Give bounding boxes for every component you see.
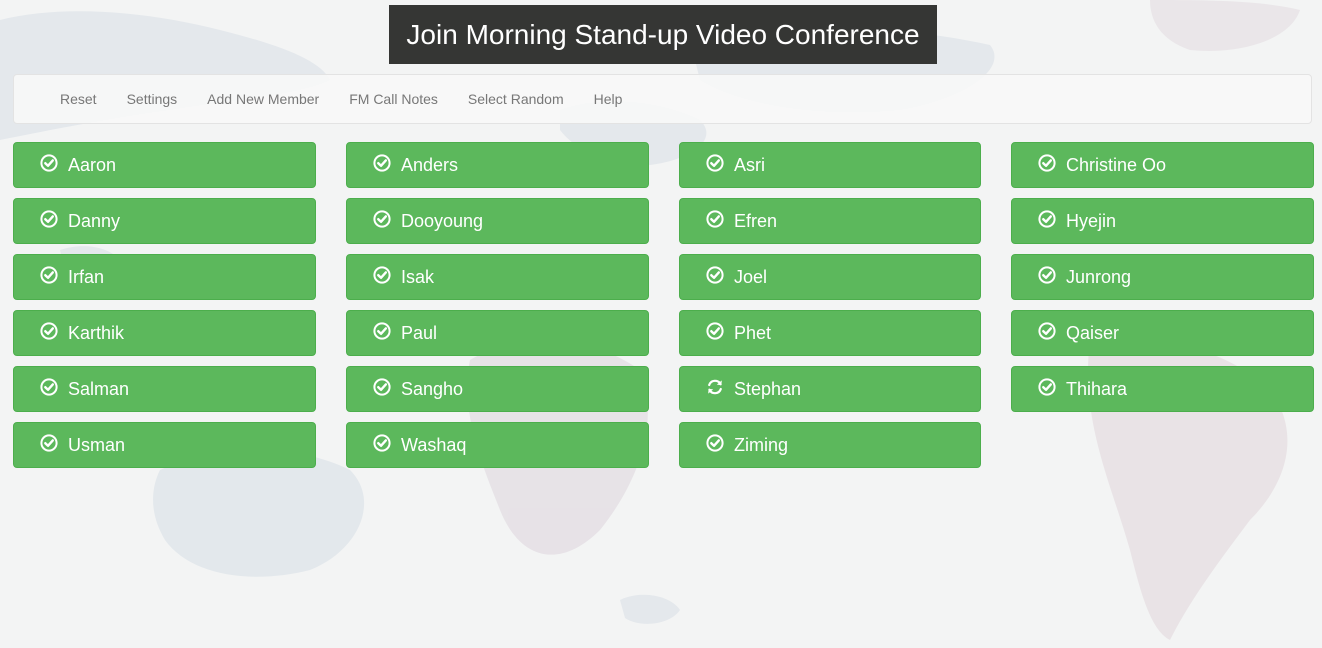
check-circle-icon bbox=[373, 322, 391, 340]
member-name: Salman bbox=[68, 378, 130, 399]
member-name: Stephan bbox=[734, 378, 802, 399]
check-circle-icon bbox=[706, 154, 724, 172]
member-name: Paul bbox=[401, 322, 438, 343]
check-circle-icon bbox=[706, 266, 724, 284]
check-circle-icon bbox=[706, 434, 724, 452]
member-button[interactable]: Junrong bbox=[1011, 254, 1314, 300]
nav-select-random[interactable]: Select Random bbox=[453, 74, 579, 124]
member-button[interactable]: Stephan bbox=[679, 366, 981, 412]
member-button[interactable]: Phet bbox=[679, 310, 981, 356]
check-circle-icon bbox=[706, 210, 724, 228]
member-button[interactable]: Christine Oo bbox=[1011, 142, 1314, 188]
member-button[interactable]: Usman bbox=[13, 422, 316, 468]
member-name: Aaron bbox=[68, 154, 117, 175]
member-name: Junrong bbox=[1066, 266, 1132, 287]
check-circle-icon bbox=[706, 322, 724, 340]
member-button[interactable]: Qaiser bbox=[1011, 310, 1314, 356]
nav-settings[interactable]: Settings bbox=[112, 74, 193, 124]
member-button[interactable]: Efren bbox=[679, 198, 981, 244]
member-name: Karthik bbox=[68, 322, 125, 343]
check-circle-icon bbox=[40, 266, 58, 284]
member-name: Isak bbox=[401, 266, 435, 287]
member-name: Washaq bbox=[401, 434, 467, 455]
member-name: Sangho bbox=[401, 378, 464, 399]
member-button[interactable]: Karthik bbox=[13, 310, 316, 356]
check-circle-icon bbox=[1038, 210, 1056, 228]
member-button[interactable]: Hyejin bbox=[1011, 198, 1314, 244]
member-button[interactable]: Asri bbox=[679, 142, 981, 188]
check-circle-icon bbox=[40, 378, 58, 396]
member-button[interactable]: Paul bbox=[346, 310, 649, 356]
member-button[interactable]: Aaron bbox=[13, 142, 316, 188]
page-title: Join Morning Stand-up Video Conference bbox=[389, 5, 937, 64]
member-name: Joel bbox=[734, 266, 768, 287]
member-grid: Aaron Anders Asri Christine Oo Danny Dooyoung… bbox=[13, 142, 1314, 468]
check-circle-icon bbox=[1038, 266, 1056, 284]
member-name: Asri bbox=[734, 154, 765, 175]
member-button[interactable]: Danny bbox=[13, 198, 316, 244]
check-circle-icon bbox=[40, 154, 58, 172]
check-circle-icon bbox=[40, 210, 58, 228]
member-name: Phet bbox=[734, 322, 772, 343]
member-button[interactable]: Salman bbox=[13, 366, 316, 412]
member-name: Dooyoung bbox=[401, 210, 484, 231]
check-circle-icon bbox=[373, 434, 391, 452]
member-button[interactable]: Sangho bbox=[346, 366, 649, 412]
nav-help[interactable]: Help bbox=[579, 74, 638, 124]
check-circle-icon bbox=[40, 322, 58, 340]
top-navbar: Reset Settings Add New Member FM Call No… bbox=[13, 74, 1312, 124]
member-name: Qaiser bbox=[1066, 322, 1120, 343]
member-button[interactable]: Anders bbox=[346, 142, 649, 188]
member-name: Christine Oo bbox=[1066, 154, 1167, 175]
member-name: Danny bbox=[68, 210, 121, 231]
member-button[interactable]: Thihara bbox=[1011, 366, 1314, 412]
check-circle-icon bbox=[40, 434, 58, 452]
refresh-icon bbox=[706, 378, 724, 396]
member-button[interactable]: Joel bbox=[679, 254, 981, 300]
member-name: Ziming bbox=[734, 434, 789, 455]
check-circle-icon bbox=[1038, 154, 1056, 172]
member-name: Usman bbox=[68, 434, 126, 455]
member-button[interactable]: Irfan bbox=[13, 254, 316, 300]
check-circle-icon bbox=[1038, 378, 1056, 396]
nav-add-new-member[interactable]: Add New Member bbox=[192, 74, 334, 124]
member-button[interactable]: Isak bbox=[346, 254, 649, 300]
member-name: Efren bbox=[734, 210, 778, 231]
check-circle-icon bbox=[373, 378, 391, 396]
member-name: Irfan bbox=[68, 266, 105, 287]
check-circle-icon bbox=[373, 266, 391, 284]
nav-reset[interactable]: Reset bbox=[45, 74, 112, 124]
check-circle-icon bbox=[373, 154, 391, 172]
member-name: Hyejin bbox=[1066, 210, 1117, 231]
member-button[interactable]: Washaq bbox=[346, 422, 649, 468]
check-circle-icon bbox=[373, 210, 391, 228]
member-button[interactable]: Ziming bbox=[679, 422, 981, 468]
member-button[interactable]: Dooyoung bbox=[346, 198, 649, 244]
member-name: Anders bbox=[401, 154, 459, 175]
member-name: Thihara bbox=[1066, 378, 1128, 399]
check-circle-icon bbox=[1038, 322, 1056, 340]
nav-fm-call-notes[interactable]: FM Call Notes bbox=[334, 74, 453, 124]
